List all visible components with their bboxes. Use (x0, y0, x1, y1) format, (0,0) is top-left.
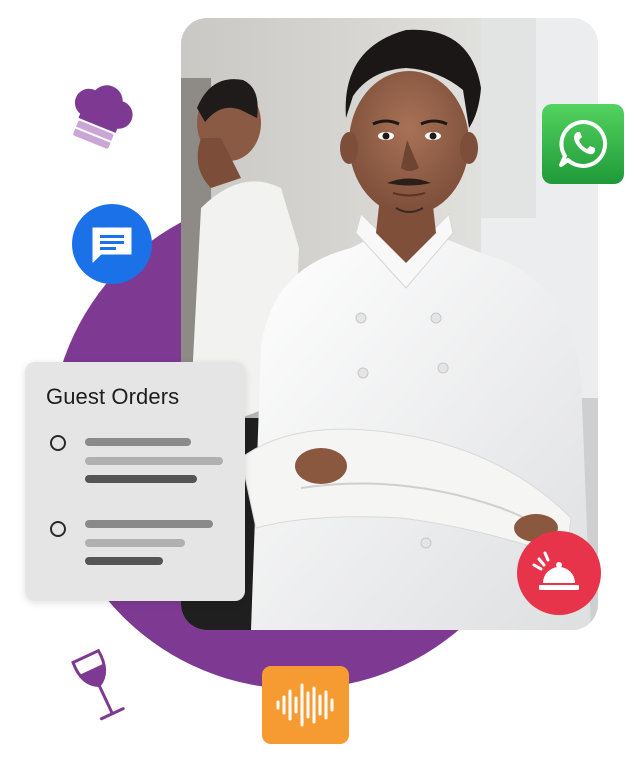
order-item[interactable] (25, 430, 245, 490)
order-line-placeholder (85, 457, 223, 465)
order-line-placeholder (85, 520, 213, 528)
wine-glass-icon (66, 647, 136, 727)
hero-illustration: Guest Orders (0, 0, 636, 761)
whatsapp-icon (542, 104, 624, 184)
chef-hat-icon (60, 78, 140, 158)
order-radio[interactable] (50, 435, 66, 451)
order-line-placeholder (85, 557, 163, 565)
messages-icon (72, 204, 152, 284)
service-bell-icon (517, 531, 601, 615)
order-radio[interactable] (50, 521, 66, 537)
order-line-placeholder (85, 475, 197, 483)
audio-wave-icon (262, 666, 349, 744)
order-line-placeholder (85, 438, 191, 446)
guest-orders-card: Guest Orders (25, 362, 245, 601)
order-item[interactable] (25, 520, 245, 580)
order-line-placeholder (85, 539, 185, 547)
guest-orders-title: Guest Orders (46, 384, 180, 409)
